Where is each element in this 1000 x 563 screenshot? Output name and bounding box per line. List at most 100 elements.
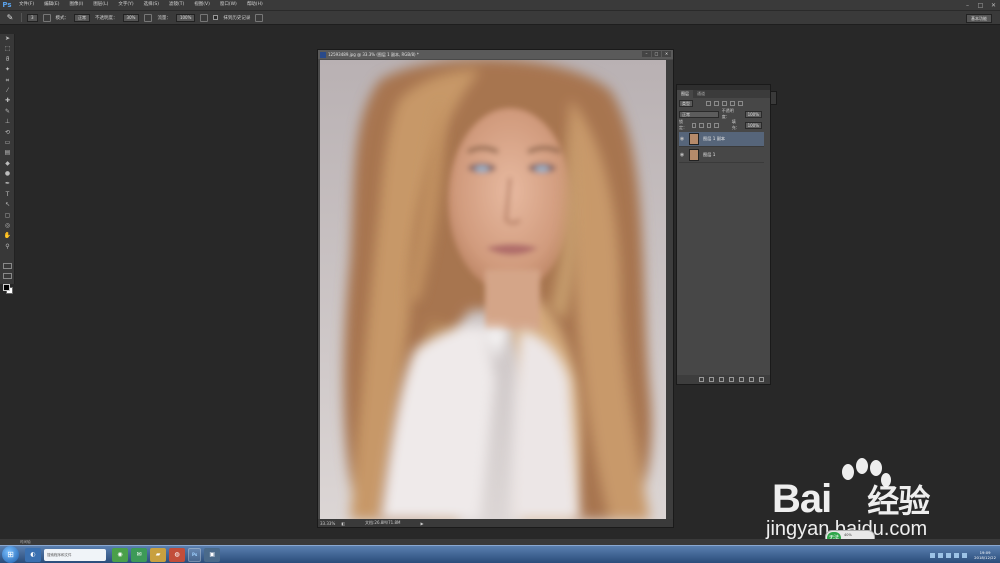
eraser-tool-icon[interactable]: ▭ [0,138,15,148]
3d-tool-icon[interactable]: ◎ [0,221,15,231]
hand-tool-icon[interactable]: ✋ [0,231,15,241]
start-button[interactable]: ⊞ [2,546,19,563]
layer-row-base[interactable]: ◉ 图层 1 [679,148,764,163]
delete-layer-icon[interactable] [759,377,764,382]
flow-input[interactable]: 100% [175,13,196,22]
link-layers-icon[interactable] [699,377,704,382]
wechat-icon[interactable]: ✉ [131,547,147,562]
gradient-tool-icon[interactable]: ▤ [0,148,15,158]
tab-layers[interactable]: 图层 [677,90,693,98]
status-menu-arrow-icon[interactable]: ▶ [420,521,423,526]
fill-input[interactable]: 100% [744,121,763,129]
tab-channels[interactable]: 通道 [693,90,709,98]
browser-icon[interactable]: ◉ [112,547,128,562]
layer-name: 图层 1 [703,152,716,157]
move-tool-icon[interactable]: ➤ [0,34,15,44]
menu-window[interactable]: 窗口(W) [215,0,242,10]
filter-shape-icon[interactable] [730,100,735,106]
eyedropper-tool-icon[interactable]: ⁄ [0,86,15,96]
adjustment-layer-icon[interactable] [729,377,734,382]
menu-file[interactable]: 文件(F) [14,0,39,10]
visibility-eye-icon[interactable]: ◉ [679,152,685,158]
menu-layer[interactable]: 图层(L) [88,0,113,10]
pressure-opacity-icon[interactable] [144,13,153,22]
crop-tool-icon[interactable]: ⌗ [0,76,15,86]
vertical-scrollbar[interactable] [666,60,673,520]
history-checkbox[interactable] [213,15,219,20]
history-brush-icon[interactable]: ✎ [4,13,16,23]
qq-icon[interactable]: ◐ [25,547,41,562]
layer-opacity-input[interactable]: 100% [744,110,762,118]
workspace-select[interactable]: 基本功能 [966,14,992,23]
chrome-icon[interactable]: ◍ [169,547,185,562]
taskbar-photoshop[interactable]: Ps [188,547,202,562]
clone-stamp-tool-icon[interactable]: ⊥ [0,117,15,127]
filter-smart-icon[interactable] [738,100,743,106]
minimize-icon[interactable]: – [963,2,972,9]
quick-select-tool-icon[interactable]: ✦ [0,65,15,75]
lock-image-icon[interactable] [699,122,704,128]
zoom-tool-icon[interactable]: ⚲ [0,242,15,252]
brush-panel-icon[interactable] [42,13,51,22]
path-select-tool-icon[interactable]: ↖ [0,200,15,210]
menu-select[interactable]: 选择(S) [139,0,164,10]
doc-minimize-icon[interactable]: – [642,51,651,57]
layer-style-icon[interactable] [709,377,714,382]
close-icon[interactable]: ✕ [989,2,998,9]
add-mask-icon[interactable] [719,377,724,382]
visibility-eye-icon[interactable]: ◉ [679,136,685,142]
tray-icon[interactable] [930,552,936,558]
mode-select[interactable]: 正常 [74,13,91,22]
filter-type-icon[interactable] [722,100,727,106]
brush-tool-icon[interactable]: ✎ [0,107,15,117]
marquee-tool-icon[interactable]: ⬚ [0,44,15,54]
history-brush-tool-icon[interactable]: ⟲ [0,128,15,138]
new-group-icon[interactable] [739,377,744,382]
image-canvas[interactable] [320,60,666,520]
menu-help[interactable]: 帮助(H) [242,0,268,10]
blur-tool-icon[interactable]: ◆ [0,159,15,169]
dodge-tool-icon[interactable]: ● [0,169,15,179]
blend-mode-select[interactable]: 正常 [679,110,719,118]
taskbar-clock[interactable]: 19:09 2018/12/22 [974,550,996,560]
tray-icon[interactable] [946,552,952,558]
screenshot-tool-icon[interactable]: ▣ [204,547,221,562]
panel-collapse-strip[interactable] [770,91,777,105]
tray-icon[interactable] [938,552,944,558]
menu-filter[interactable]: 滤镜(T) [164,0,189,10]
opacity-input[interactable]: 30% [122,13,140,22]
type-tool-icon[interactable]: T [0,190,15,200]
filter-kind-select[interactable]: 类型 [679,99,693,107]
shape-tool-icon[interactable]: ▢ [0,211,15,221]
brush-size-picker[interactable]: 3 [27,13,38,22]
filter-adjust-icon[interactable] [714,100,719,106]
foreground-color-swatch[interactable] [3,284,10,291]
pressure-size-icon[interactable] [255,13,264,22]
lock-transparent-icon[interactable] [691,122,697,128]
menu-type[interactable]: 文字(Y) [113,0,138,10]
doc-maximize-icon[interactable]: □ [652,51,661,57]
airbrush-icon[interactable] [200,13,209,22]
maximize-icon[interactable]: □ [976,2,985,9]
lasso-tool-icon[interactable]: ϑ [0,55,15,65]
new-layer-icon[interactable] [749,377,754,382]
healing-tool-icon[interactable]: ✚ [0,96,15,106]
lock-position-icon[interactable] [706,122,712,128]
filter-pixel-icon[interactable] [706,100,711,106]
menu-edit[interactable]: 编辑(E) [39,0,64,10]
menu-view[interactable]: 视图(V) [189,0,215,10]
screen-mode-icon[interactable] [3,273,12,279]
pen-tool-icon[interactable]: ✒ [0,179,15,189]
doc-close-icon[interactable]: ✕ [662,51,671,57]
zoom-level[interactable]: 33.33% [320,521,335,526]
start-search-input[interactable]: 搜索程序和文件 [44,548,106,561]
folder-icon[interactable]: ▰ [150,547,166,562]
lock-all-icon[interactable] [714,122,719,128]
layer-row-copy[interactable]: ◉ 图层 1 副本 [679,132,764,147]
volume-icon[interactable] [962,552,968,558]
network-icon[interactable] [954,552,960,558]
quick-mask-icon[interactable] [3,263,12,269]
status-icon[interactable]: ◧ [341,521,345,526]
menu-image[interactable]: 图像(I) [64,0,88,10]
document-title-bar[interactable]: 12593489.jpg @ 33.3% (图层 1 副本, RGB/8) * … [318,50,673,59]
